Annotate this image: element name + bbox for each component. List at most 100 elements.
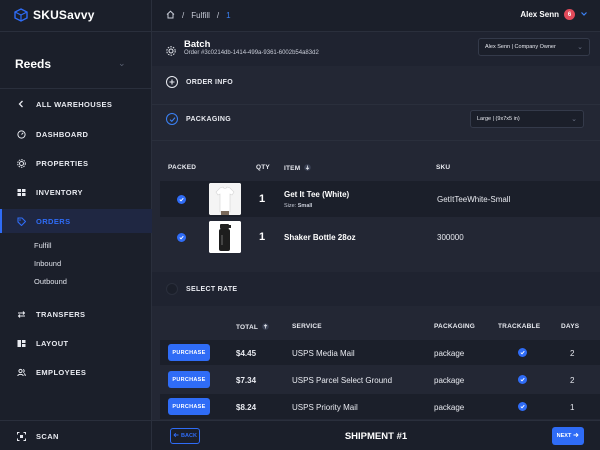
sidebar-item-label: TRANSFERS [36,309,86,319]
gear-icon [166,43,176,61]
packaging-select[interactable]: Large | (9x7x5 in) ⌄ [470,110,584,128]
grid-icon [16,187,26,197]
table-row: 1 Shaker Bottle 28oz 300000 [160,219,600,255]
column-header-packaging: PACKAGING [434,323,476,330]
breadcrumb: / Fulfill / 1 [166,10,231,21]
item-name: Shaker Bottle 28oz [284,233,356,242]
assignee-value: Alex Senn | Company Owner [485,44,556,50]
item-name: Get It Tee (White) [284,190,350,199]
item-qty: 1 [259,193,266,205]
rate-total: $8.24 [236,403,257,412]
sidebar-subitem-fulfill[interactable]: Fulfill [34,241,52,250]
packaging-value: Large | (9x7x5 in) [477,116,520,122]
sidebar-item-properties[interactable]: PROPERTIES [0,151,152,175]
sidebar-subitem-inbound[interactable]: Inbound [34,259,61,268]
arrows-icon [16,309,26,319]
scan-label: SCAN [36,431,59,441]
column-header-qty: QTY [256,164,270,171]
assignee-select[interactable]: Alex Senn | Company Owner ⌄ [478,38,590,56]
arrow-right-icon [573,432,579,440]
column-header-service: SERVICE [292,323,322,330]
packed-checkbox[interactable] [177,233,186,242]
sidebar-item-label: INVENTORY [36,187,83,197]
breadcrumb-separator: / [182,11,185,20]
sidebar-item-label: LAYOUT [36,338,69,348]
size-label: Size: [284,203,297,209]
radio-icon [166,283,178,295]
user-menu[interactable]: Alex Senn 6 [520,9,588,20]
batch-header: Batch Order #3c0214db-1414-499a-9361-600… [152,32,600,66]
dashboard-icon [16,129,26,139]
gear-icon [16,158,26,168]
scan-icon [16,431,26,441]
item-sku: GetItTeeWhite-Small [437,195,511,204]
size-value: Small [297,203,313,209]
sidebar-item-inventory[interactable]: INVENTORY [0,180,152,204]
chevron-down-icon[interactable] [580,10,588,20]
select-rate-section[interactable]: SELECT RATE [152,280,600,298]
sidebar-item-employees[interactable]: EMPLOYEES [0,360,152,384]
breadcrumb-current: 1 [226,11,231,20]
purchase-button[interactable]: PURCHASE [168,398,210,415]
all-warehouses-link[interactable]: ALL WAREHOUSES [0,92,152,116]
section-title: ORDER INFO [186,78,233,86]
rate-days: 2 [570,349,575,358]
section-title: PACKAGING [186,115,231,123]
rate-service: USPS Priority Mail [292,403,358,412]
column-header-label: TOTAL [236,324,259,331]
sidebar-item-dashboard[interactable]: DASHBOARD [0,122,152,146]
column-header-label: ITEM [284,165,301,172]
purchase-button[interactable]: PURCHASE [168,371,210,388]
section-title: SELECT RATE [186,285,238,293]
column-header-trackable: TRACKABLE [498,323,541,330]
sidebar-item-layout[interactable]: LAYOUT [0,331,152,355]
check-circle-icon [166,113,178,125]
home-icon[interactable] [166,10,175,21]
rate-row: PURCHASE $7.34 USPS Parcel Select Ground… [160,367,600,392]
rate-service: USPS Media Mail [292,349,355,358]
sort-icon[interactable] [262,323,269,332]
cube-logo-icon [14,8,28,22]
column-header-item[interactable]: ITEM [284,164,312,173]
rate-row: PURCHASE $8.24 USPS Priority Mail packag… [160,394,600,419]
order-id: Order #3c0214db-1414-499a-9361-6002b54a8… [184,50,319,56]
rate-packaging: package [434,349,465,358]
divider [152,104,600,105]
sidebar-subitem-outbound[interactable]: Outbound [34,277,67,286]
rate-total: $4.45 [236,349,257,358]
sidebar: SKUSavvy Reeds ⌄ ALL WAREHOUSES DASHBOAR… [0,0,152,450]
plus-circle-icon [166,76,178,88]
packed-checkbox[interactable] [177,195,186,204]
purchase-button[interactable]: PURCHASE [168,344,210,361]
logo[interactable]: SKUSavvy [14,8,95,22]
footer-bar: BACK SHIPMENT #1 NEXT [152,420,600,450]
chevron-down-icon: ⌄ [577,44,583,51]
breadcrumb-fulfill[interactable]: Fulfill [191,11,210,20]
notification-badge[interactable]: 6 [564,9,575,20]
scan-button[interactable]: SCAN [0,424,152,448]
divider [0,420,152,421]
white-tshirt-image [209,183,241,215]
rate-total: $7.34 [236,376,257,385]
batch-title: Batch [184,39,211,50]
sidebar-item-label: EMPLOYEES [36,367,87,377]
sidebar-item-transfers[interactable]: TRANSFERS [0,302,152,326]
rate-packaging: package [434,376,465,385]
shipment-title: SHIPMENT #1 [344,431,408,442]
breadcrumb-separator: / [216,11,220,20]
shaker-bottle-image [209,221,241,253]
item-qty: 1 [259,231,266,243]
order-info-section[interactable]: ORDER INFO [152,72,600,92]
column-header-sku: SKU [436,164,451,171]
top-bar: / Fulfill / 1 Alex Senn 6 [152,0,600,32]
column-header-total[interactable]: TOTAL [236,323,269,332]
app-name: SKUSavvy [33,8,95,22]
trackable-check-icon [518,348,527,357]
chevron-down-icon[interactable]: ⌄ [118,58,126,69]
sort-icon[interactable] [304,164,312,173]
workspace-name[interactable]: Reeds [15,57,51,71]
item-sku: 300000 [437,233,464,242]
sidebar-item-orders[interactable]: ORDERS [0,209,152,233]
next-button[interactable]: NEXT [552,427,584,445]
trackable-check-icon [518,375,527,384]
